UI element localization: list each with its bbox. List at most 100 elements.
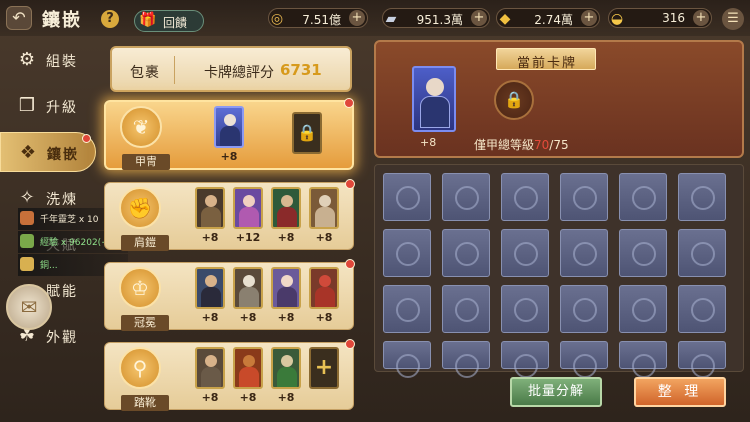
package-label[interactable]: 包裹 [130, 62, 160, 82]
page-title: 鑲嵌 [42, 10, 82, 31]
currency-yuanbao: ◒ 316 + [608, 8, 712, 28]
currency-coin: ◎ 7.51億 + [268, 8, 368, 28]
card-level: +8 [239, 311, 257, 324]
empty-card-slot[interactable] [678, 341, 726, 378]
equipped-card[interactable] [271, 267, 301, 309]
empty-card-slot[interactable] [619, 285, 667, 333]
add-silver-button[interactable]: + [471, 10, 487, 26]
empty-card-slot[interactable] [678, 173, 726, 221]
empty-card-slot[interactable] [442, 173, 490, 221]
add-card-slot[interactable]: + [309, 347, 339, 389]
empty-card-slot[interactable] [383, 173, 431, 221]
card-portrait-body [201, 367, 221, 387]
equipped-card[interactable] [195, 187, 225, 229]
boots-icon: ⚲ [119, 347, 161, 389]
slot-emblem-icon [455, 242, 479, 266]
slot-armor[interactable]: ❦ 甲冑 +8 🔒 [104, 98, 354, 170]
empty-card-slot[interactable] [560, 341, 608, 378]
sort-button[interactable]: 整 理 [634, 377, 726, 407]
empty-card-slot[interactable] [501, 285, 549, 333]
card-portrait-head [205, 275, 217, 287]
empty-card-slot[interactable] [619, 229, 667, 277]
empty-card-slot[interactable] [501, 229, 549, 277]
equipped-card[interactable] [195, 267, 225, 309]
empty-card-slot[interactable] [619, 341, 667, 378]
slot-name: 踏靴 [121, 395, 169, 411]
empty-card-slot[interactable] [560, 173, 608, 221]
empty-card-slot[interactable] [383, 341, 431, 378]
empty-card-slot[interactable] [383, 229, 431, 277]
card-portrait-head [319, 275, 331, 287]
locked-slot[interactable]: 🔒 [494, 80, 534, 120]
pauldron-icon: ✊ [119, 187, 161, 229]
gift-button[interactable]: 🎁 回饋 [134, 10, 204, 32]
card-portrait-body [201, 287, 221, 307]
slot-emblem-icon [573, 186, 597, 210]
back-button[interactable]: ↶ [6, 6, 32, 30]
empty-card-slot[interactable] [383, 285, 431, 333]
slot-emblem-icon [396, 354, 420, 378]
add-gold-ingot-button[interactable]: + [581, 10, 597, 26]
empty-card-slot[interactable] [501, 173, 549, 221]
sidebar-item-upgrade[interactable]: ❒ 升級 [0, 86, 96, 126]
floating-bag-button[interactable]: ✉ [6, 284, 52, 330]
level-max: /75 [549, 138, 569, 152]
card-portrait-body [220, 126, 240, 146]
refine-icon: ✧ [19, 187, 35, 208]
sidebar-item-assemble[interactable]: ⚙ 組裝 [0, 40, 96, 80]
current-title-banner: 當前卡牌 [496, 48, 596, 71]
current-card[interactable] [412, 66, 456, 132]
empty-card-slot[interactable] [442, 341, 490, 378]
score-label: 卡牌總評分 [204, 65, 274, 81]
slot-boots[interactable]: ⚲ 踏靴 +8 +8 +8 + [104, 339, 355, 411]
equipped-card[interactable] [309, 187, 339, 229]
card-level: +8 [277, 231, 295, 244]
locked-slot[interactable]: 🔒 [292, 112, 322, 154]
empty-card-slot[interactable] [560, 229, 608, 277]
empty-card-slot[interactable] [501, 341, 549, 378]
slot-emblem-icon [514, 298, 538, 322]
empty-card-slot[interactable] [560, 285, 608, 333]
slot-emblem-icon [691, 354, 715, 378]
back-arrow-icon: ↶ [12, 8, 26, 27]
equipped-card[interactable] [233, 267, 263, 309]
help-button[interactable]: ? [101, 10, 119, 28]
empty-card-slot[interactable] [442, 229, 490, 277]
add-coin-button[interactable]: + [349, 10, 365, 26]
coin-icon: ◎ [270, 11, 284, 27]
add-yuanbao-button[interactable]: + [693, 10, 709, 26]
equipped-card[interactable] [195, 347, 225, 389]
empty-card-slot[interactable] [678, 229, 726, 277]
slot-pauldron[interactable]: ✊ 肩鎧 +8 +12 +8 +8 [104, 179, 355, 251]
empty-card-slot[interactable] [442, 285, 490, 333]
slot-medal: ⚲ 踏靴 [115, 347, 169, 411]
card-level: +8 [201, 311, 219, 324]
drop-text: 銅... [40, 261, 58, 271]
slot-emblem-icon [573, 354, 597, 378]
equipped-card[interactable] [214, 106, 244, 148]
slot-emblem-icon [632, 242, 656, 266]
card-portrait-head [281, 355, 293, 367]
equipped-card[interactable] [271, 347, 301, 389]
sidebar-item-label: 鑲嵌 [47, 147, 79, 163]
equipped-card[interactable] [271, 187, 301, 229]
sidebar-item-inlay[interactable]: ❖ 鑲嵌 [0, 132, 96, 172]
card-portrait-head [319, 195, 331, 207]
sidebar-item-label: 外觀 [46, 330, 78, 346]
currency-silver: ▰ 951.3萬 + [382, 8, 490, 28]
empty-card-slot[interactable] [619, 173, 667, 221]
gift-icon: 🎁 [139, 12, 157, 28]
current-title: 當前卡牌 [516, 56, 577, 71]
equipped-card[interactable] [233, 347, 263, 389]
score-value: 6731 [280, 61, 322, 79]
drop-text: 千年靈芝 x 10 [40, 215, 99, 225]
slot-crown[interactable]: ♔ 冠冕 +8 +8 +8 +8 [104, 259, 355, 331]
batch-decompose-button[interactable]: 批量分解 [510, 377, 602, 407]
empty-card-slot[interactable] [678, 285, 726, 333]
equipped-card[interactable] [309, 267, 339, 309]
menu-button[interactable]: ☰ [722, 8, 744, 30]
slot-emblem-icon [632, 186, 656, 210]
yuanbao-icon: ◒ [610, 11, 624, 27]
armor-icon: ❦ [120, 106, 162, 148]
equipped-card[interactable] [233, 187, 263, 229]
